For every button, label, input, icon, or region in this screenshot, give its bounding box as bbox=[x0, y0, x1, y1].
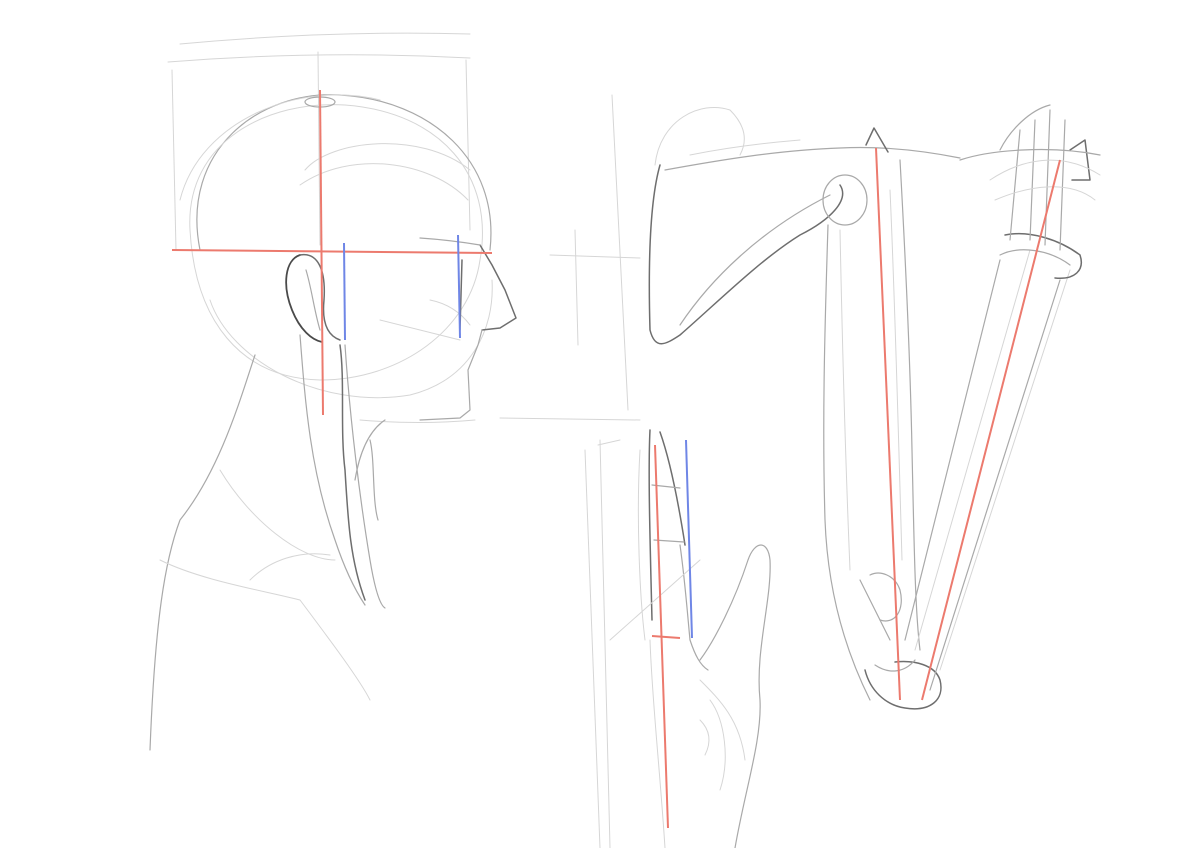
guide-lines bbox=[499, 94, 641, 848]
wrist-hand bbox=[959, 104, 1101, 279]
head-construction-lines bbox=[171, 89, 493, 416]
hand-sketch bbox=[609, 429, 771, 848]
head-profile-sketch bbox=[149, 32, 517, 751]
ear bbox=[285, 254, 341, 343]
upper-arm bbox=[823, 159, 921, 701]
elbow bbox=[864, 572, 942, 710]
neck-shoulder bbox=[149, 334, 386, 751]
cranium-outline bbox=[179, 94, 493, 399]
arm-sketch bbox=[648, 104, 1101, 710]
sketch-canvas bbox=[149, 32, 1101, 848]
shoulder-blade bbox=[648, 106, 961, 345]
hand-construction-lines bbox=[651, 439, 693, 829]
forearm bbox=[904, 249, 1071, 691]
head-bounding-box bbox=[167, 32, 471, 251]
face-profile bbox=[359, 237, 517, 423]
